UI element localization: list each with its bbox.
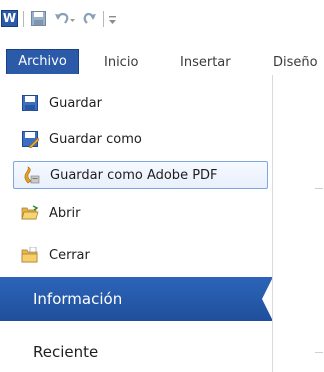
tab-home[interactable]: Inicio	[104, 50, 138, 75]
quick-access-toolbar: W	[0, 0, 324, 40]
nav-info[interactable]: Información	[0, 277, 272, 321]
save-command-label: Guardar	[49, 95, 102, 111]
nav-recent[interactable]: Reciente	[0, 337, 272, 367]
tab-insert[interactable]: Insertar	[180, 50, 231, 75]
save-as-icon	[21, 130, 39, 148]
save-icon[interactable]	[30, 10, 47, 27]
redo-icon[interactable]	[82, 10, 98, 27]
open-folder-icon	[21, 204, 39, 222]
ribbon-tabs: Archivo Inicio Insertar Diseño	[0, 40, 324, 75]
open-command-label: Abrir	[49, 205, 81, 221]
adobe-pdf-icon	[22, 166, 40, 184]
close-folder-icon	[21, 246, 39, 264]
open-command[interactable]: Abrir	[13, 199, 268, 227]
save-icon	[21, 94, 39, 112]
content-divider	[315, 352, 323, 353]
backstage-nav: Guardar Guardar como Guardar como Adobe …	[0, 75, 273, 372]
tab-design[interactable]: Diseño	[273, 50, 318, 75]
backstage-view: Guardar Guardar como Guardar como Adobe …	[0, 75, 324, 372]
save-as-command-label: Guardar como	[49, 131, 142, 147]
content-divider	[315, 188, 323, 189]
close-command-label: Cerrar	[49, 247, 90, 263]
customize-qat-icon[interactable]	[108, 10, 118, 27]
save-as-pdf-command-label: Guardar como Adobe PDF	[50, 167, 218, 183]
save-as-pdf-command[interactable]: Guardar como Adobe PDF	[13, 161, 268, 189]
tab-file[interactable]: Archivo	[6, 49, 79, 74]
close-command[interactable]: Cerrar	[13, 241, 268, 269]
backstage-content	[273, 75, 324, 372]
save-command[interactable]: Guardar	[13, 89, 268, 117]
word-logo-icon[interactable]: W	[1, 10, 18, 27]
save-as-command[interactable]: Guardar como	[13, 125, 268, 153]
toolbar-separator	[23, 11, 24, 27]
undo-icon[interactable]	[53, 10, 75, 27]
toolbar-separator	[103, 11, 104, 27]
